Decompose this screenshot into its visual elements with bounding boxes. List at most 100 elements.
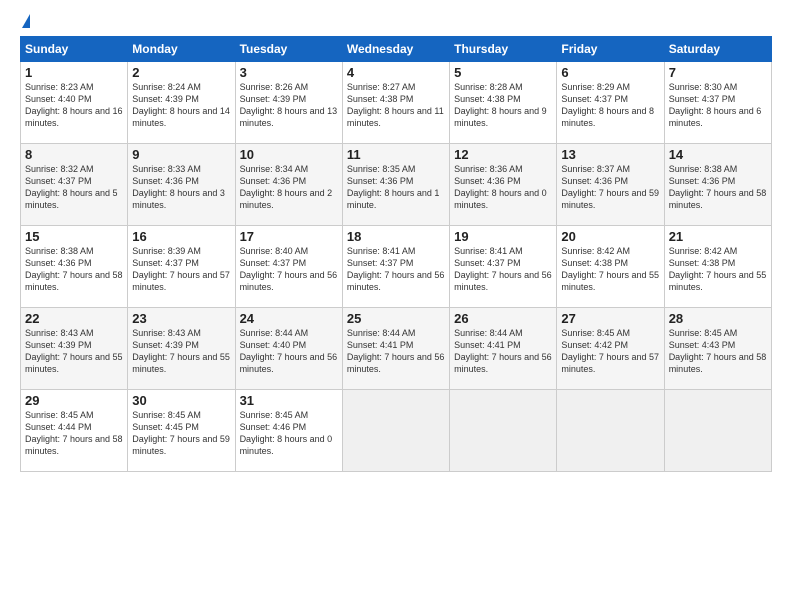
calendar-day-cell: 4Sunrise: 8:27 AMSunset: 4:38 PMDaylight… — [342, 62, 449, 144]
calendar-day-cell — [664, 390, 771, 472]
day-info: Sunrise: 8:27 AMSunset: 4:38 PMDaylight:… — [347, 81, 445, 130]
day-info: Sunrise: 8:40 AMSunset: 4:37 PMDaylight:… — [240, 245, 338, 294]
calendar-day-cell: 19Sunrise: 8:41 AMSunset: 4:37 PMDayligh… — [450, 226, 557, 308]
calendar-day-cell: 25Sunrise: 8:44 AMSunset: 4:41 PMDayligh… — [342, 308, 449, 390]
day-number: 11 — [347, 147, 445, 162]
calendar-day-cell: 12Sunrise: 8:36 AMSunset: 4:36 PMDayligh… — [450, 144, 557, 226]
calendar-week-row: 15Sunrise: 8:38 AMSunset: 4:36 PMDayligh… — [21, 226, 772, 308]
day-info: Sunrise: 8:45 AMSunset: 4:44 PMDaylight:… — [25, 409, 123, 458]
day-info: Sunrise: 8:44 AMSunset: 4:41 PMDaylight:… — [347, 327, 445, 376]
calendar-week-row: 22Sunrise: 8:43 AMSunset: 4:39 PMDayligh… — [21, 308, 772, 390]
day-number: 1 — [25, 65, 123, 80]
day-number: 29 — [25, 393, 123, 408]
logo — [20, 18, 30, 28]
calendar-table: SundayMondayTuesdayWednesdayThursdayFrid… — [20, 36, 772, 472]
day-info: Sunrise: 8:45 AMSunset: 4:45 PMDaylight:… — [132, 409, 230, 458]
day-info: Sunrise: 8:42 AMSunset: 4:38 PMDaylight:… — [669, 245, 767, 294]
calendar-day-cell: 28Sunrise: 8:45 AMSunset: 4:43 PMDayligh… — [664, 308, 771, 390]
day-info: Sunrise: 8:43 AMSunset: 4:39 PMDaylight:… — [132, 327, 230, 376]
day-number: 5 — [454, 65, 552, 80]
calendar-day-cell: 17Sunrise: 8:40 AMSunset: 4:37 PMDayligh… — [235, 226, 342, 308]
day-info: Sunrise: 8:32 AMSunset: 4:37 PMDaylight:… — [25, 163, 123, 212]
calendar-day-cell: 26Sunrise: 8:44 AMSunset: 4:41 PMDayligh… — [450, 308, 557, 390]
day-info: Sunrise: 8:34 AMSunset: 4:36 PMDaylight:… — [240, 163, 338, 212]
day-number: 6 — [561, 65, 659, 80]
calendar-day-header: Monday — [128, 37, 235, 62]
day-number: 13 — [561, 147, 659, 162]
day-number: 4 — [347, 65, 445, 80]
calendar-day-cell: 18Sunrise: 8:41 AMSunset: 4:37 PMDayligh… — [342, 226, 449, 308]
day-number: 9 — [132, 147, 230, 162]
day-number: 20 — [561, 229, 659, 244]
day-info: Sunrise: 8:24 AMSunset: 4:39 PMDaylight:… — [132, 81, 230, 130]
calendar-day-header: Saturday — [664, 37, 771, 62]
day-number: 26 — [454, 311, 552, 326]
day-info: Sunrise: 8:36 AMSunset: 4:36 PMDaylight:… — [454, 163, 552, 212]
calendar-day-cell: 9Sunrise: 8:33 AMSunset: 4:36 PMDaylight… — [128, 144, 235, 226]
calendar-day-cell: 13Sunrise: 8:37 AMSunset: 4:36 PMDayligh… — [557, 144, 664, 226]
day-number: 31 — [240, 393, 338, 408]
calendar-day-cell: 30Sunrise: 8:45 AMSunset: 4:45 PMDayligh… — [128, 390, 235, 472]
day-info: Sunrise: 8:45 AMSunset: 4:43 PMDaylight:… — [669, 327, 767, 376]
calendar-week-row: 1Sunrise: 8:23 AMSunset: 4:40 PMDaylight… — [21, 62, 772, 144]
day-info: Sunrise: 8:28 AMSunset: 4:38 PMDaylight:… — [454, 81, 552, 130]
day-info: Sunrise: 8:29 AMSunset: 4:37 PMDaylight:… — [561, 81, 659, 130]
calendar-day-cell: 23Sunrise: 8:43 AMSunset: 4:39 PMDayligh… — [128, 308, 235, 390]
day-info: Sunrise: 8:38 AMSunset: 4:36 PMDaylight:… — [669, 163, 767, 212]
day-info: Sunrise: 8:45 AMSunset: 4:46 PMDaylight:… — [240, 409, 338, 458]
calendar-day-cell: 31Sunrise: 8:45 AMSunset: 4:46 PMDayligh… — [235, 390, 342, 472]
day-info: Sunrise: 8:45 AMSunset: 4:42 PMDaylight:… — [561, 327, 659, 376]
day-info: Sunrise: 8:43 AMSunset: 4:39 PMDaylight:… — [25, 327, 123, 376]
calendar-day-cell: 15Sunrise: 8:38 AMSunset: 4:36 PMDayligh… — [21, 226, 128, 308]
calendar-day-cell: 27Sunrise: 8:45 AMSunset: 4:42 PMDayligh… — [557, 308, 664, 390]
calendar-day-cell: 7Sunrise: 8:30 AMSunset: 4:37 PMDaylight… — [664, 62, 771, 144]
day-number: 19 — [454, 229, 552, 244]
day-number: 12 — [454, 147, 552, 162]
calendar-day-cell — [557, 390, 664, 472]
day-info: Sunrise: 8:38 AMSunset: 4:36 PMDaylight:… — [25, 245, 123, 294]
day-info: Sunrise: 8:44 AMSunset: 4:40 PMDaylight:… — [240, 327, 338, 376]
calendar-day-cell: 5Sunrise: 8:28 AMSunset: 4:38 PMDaylight… — [450, 62, 557, 144]
calendar-header-row: SundayMondayTuesdayWednesdayThursdayFrid… — [21, 37, 772, 62]
day-info: Sunrise: 8:23 AMSunset: 4:40 PMDaylight:… — [25, 81, 123, 130]
day-number: 3 — [240, 65, 338, 80]
calendar-day-header: Friday — [557, 37, 664, 62]
day-info: Sunrise: 8:26 AMSunset: 4:39 PMDaylight:… — [240, 81, 338, 130]
day-number: 14 — [669, 147, 767, 162]
day-info: Sunrise: 8:37 AMSunset: 4:36 PMDaylight:… — [561, 163, 659, 212]
calendar-day-cell: 1Sunrise: 8:23 AMSunset: 4:40 PMDaylight… — [21, 62, 128, 144]
day-number: 10 — [240, 147, 338, 162]
calendar-day-cell: 11Sunrise: 8:35 AMSunset: 4:36 PMDayligh… — [342, 144, 449, 226]
calendar-day-cell: 14Sunrise: 8:38 AMSunset: 4:36 PMDayligh… — [664, 144, 771, 226]
calendar-body: 1Sunrise: 8:23 AMSunset: 4:40 PMDaylight… — [21, 62, 772, 472]
calendar-day-cell — [450, 390, 557, 472]
day-info: Sunrise: 8:44 AMSunset: 4:41 PMDaylight:… — [454, 327, 552, 376]
calendar-day-cell: 2Sunrise: 8:24 AMSunset: 4:39 PMDaylight… — [128, 62, 235, 144]
day-info: Sunrise: 8:41 AMSunset: 4:37 PMDaylight:… — [347, 245, 445, 294]
day-number: 25 — [347, 311, 445, 326]
calendar-day-cell: 29Sunrise: 8:45 AMSunset: 4:44 PMDayligh… — [21, 390, 128, 472]
day-info: Sunrise: 8:42 AMSunset: 4:38 PMDaylight:… — [561, 245, 659, 294]
day-number: 22 — [25, 311, 123, 326]
day-info: Sunrise: 8:35 AMSunset: 4:36 PMDaylight:… — [347, 163, 445, 212]
calendar-page: SundayMondayTuesdayWednesdayThursdayFrid… — [0, 0, 792, 612]
day-number: 30 — [132, 393, 230, 408]
calendar-week-row: 8Sunrise: 8:32 AMSunset: 4:37 PMDaylight… — [21, 144, 772, 226]
day-number: 24 — [240, 311, 338, 326]
calendar-day-header: Wednesday — [342, 37, 449, 62]
day-info: Sunrise: 8:41 AMSunset: 4:37 PMDaylight:… — [454, 245, 552, 294]
calendar-day-header: Sunday — [21, 37, 128, 62]
day-number: 21 — [669, 229, 767, 244]
day-number: 27 — [561, 311, 659, 326]
calendar-day-cell: 8Sunrise: 8:32 AMSunset: 4:37 PMDaylight… — [21, 144, 128, 226]
calendar-day-cell: 20Sunrise: 8:42 AMSunset: 4:38 PMDayligh… — [557, 226, 664, 308]
day-number: 23 — [132, 311, 230, 326]
calendar-day-cell: 16Sunrise: 8:39 AMSunset: 4:37 PMDayligh… — [128, 226, 235, 308]
calendar-day-header: Thursday — [450, 37, 557, 62]
day-info: Sunrise: 8:39 AMSunset: 4:37 PMDaylight:… — [132, 245, 230, 294]
day-info: Sunrise: 8:30 AMSunset: 4:37 PMDaylight:… — [669, 81, 767, 130]
page-header — [20, 18, 772, 28]
calendar-day-cell: 22Sunrise: 8:43 AMSunset: 4:39 PMDayligh… — [21, 308, 128, 390]
calendar-day-cell: 21Sunrise: 8:42 AMSunset: 4:38 PMDayligh… — [664, 226, 771, 308]
day-number: 8 — [25, 147, 123, 162]
